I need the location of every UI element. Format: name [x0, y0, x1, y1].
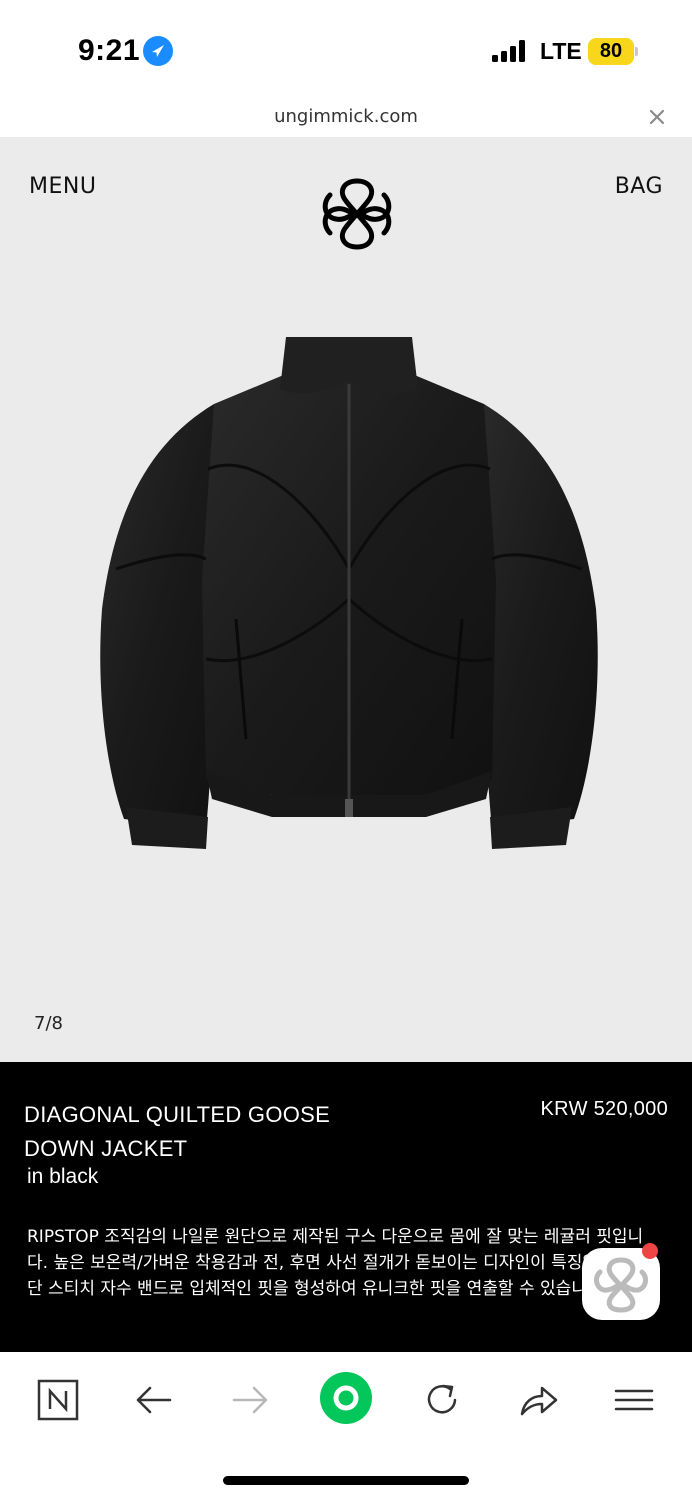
url-bar[interactable]: ungimmick.com	[0, 100, 692, 138]
bag-button[interactable]: BAG	[615, 174, 663, 199]
home-indicator[interactable]	[223, 1476, 469, 1485]
battery-level: 80	[599, 40, 623, 62]
battery-nub	[635, 47, 638, 56]
product-gallery[interactable]: MENU BAG 7/8	[0, 137, 692, 1062]
url-text[interactable]: ungimmick.com	[0, 106, 692, 127]
product-name: DIAGONAL QUILTED GOOSE DOWN JACKET	[24, 1102, 331, 1161]
signal-bars-icon	[492, 40, 528, 62]
product-image[interactable]	[96, 329, 602, 859]
battery-icon: 80	[588, 38, 634, 65]
location-arrow-icon	[143, 36, 173, 66]
hamburger-menu-icon[interactable]	[612, 1378, 656, 1422]
close-icon[interactable]	[646, 106, 668, 128]
green-home-icon[interactable]	[318, 1370, 374, 1426]
status-time: 9:21	[78, 34, 141, 67]
notification-dot	[642, 1243, 658, 1259]
product-description: RIPSTOP 조직감의 나일론 원단으로 제작된 구스 다운으로 몸에 잘 맞…	[27, 1227, 656, 1299]
network-type: LTE	[540, 38, 582, 64]
share-icon[interactable]	[516, 1378, 560, 1422]
gallery-counter: 7/8	[34, 1013, 63, 1034]
back-arrow-icon[interactable]	[132, 1378, 176, 1422]
product-color: in black	[27, 1165, 99, 1188]
forward-arrow-icon[interactable]	[228, 1378, 272, 1422]
menu-button[interactable]: MENU	[29, 174, 96, 199]
naver-n-icon[interactable]	[36, 1378, 80, 1422]
brand-logo[interactable]	[316, 173, 398, 255]
status-bar: 9:21 LTE 80	[0, 0, 692, 100]
product-price: KRW 520,000	[540, 1098, 668, 1120]
reload-icon[interactable]	[420, 1378, 464, 1422]
